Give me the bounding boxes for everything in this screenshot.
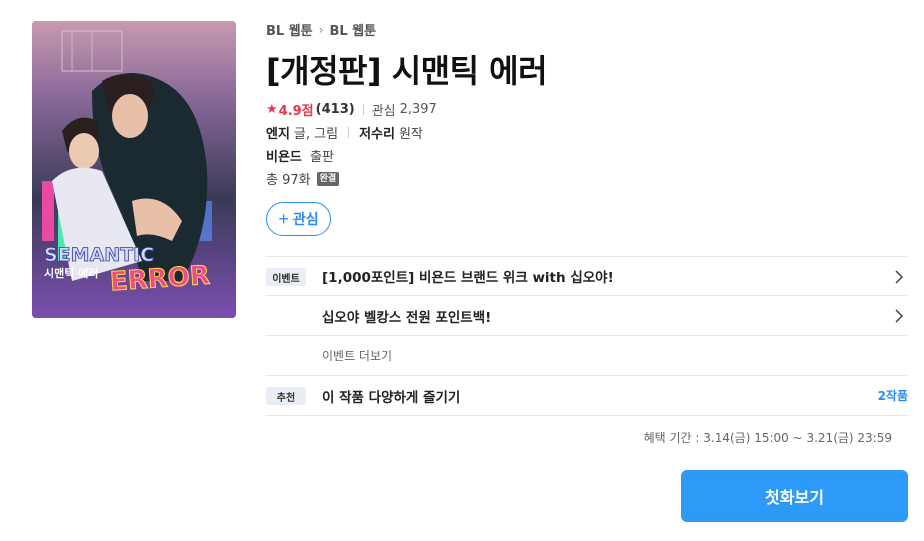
event-tag: 이벤트 (266, 268, 306, 286)
first-episode-button[interactable]: 첫화보기 (681, 470, 908, 522)
chevron-right-icon (895, 309, 904, 323)
recommend-row[interactable]: 추천 이 작품 다양하게 즐기기 2작품 (266, 376, 908, 416)
event-more-row: 이벤트 더보기 (266, 336, 908, 376)
plus-icon: + (278, 209, 289, 229)
recommend-tag: 추천 (266, 387, 306, 405)
rating-count: (413) (315, 102, 355, 117)
event-item[interactable]: 이벤트 [1,000포인트] 비욘드 브랜드 위크 with 십오야! (266, 256, 908, 296)
recommend-count[interactable]: 2작품 (878, 387, 908, 404)
author-name[interactable]: 엔지 (266, 123, 290, 142)
chevron-right-icon: › (318, 22, 324, 37)
author-role: 글, 그림 (293, 127, 339, 142)
event-title[interactable]: [1,000포인트] 비욘드 브랜드 위크 with 십오야! (322, 266, 614, 286)
page-title: [개정판] 시맨틱 에러 (266, 52, 548, 90)
breadcrumb: BL 웹툰 › BL 웹툰 (266, 20, 376, 40)
divider (362, 104, 364, 115)
benefit-period: 혜택 기간 : 3.14(금) 15:00 ~ 3.21(금) 23:59 (643, 431, 892, 445)
rating-score: 4.9점 (278, 104, 314, 119)
cover-logo-text: SEMANTIC (44, 244, 154, 266)
divider (348, 127, 350, 138)
event-list: 이벤트 [1,000포인트] 비욘드 브랜드 위크 with 십오야! 십오야 … (266, 256, 908, 416)
cover-illustration: SEMANTIC 시맨틱 에러 ERROR (32, 21, 236, 318)
cover-logo-sub: 시맨틱 에러 (44, 266, 98, 280)
favorite-label: 관심 (371, 104, 396, 119)
rating-row: ★ 4.9점 (413) 관심 2,397 (266, 100, 437, 119)
publisher-name[interactable]: 비욘드 (266, 150, 302, 165)
breadcrumb-item[interactable]: BL 웹툰 (266, 20, 313, 39)
breadcrumb-item[interactable]: BL 웹툰 (329, 20, 376, 39)
episodes-row: 총 97화 완결 (266, 169, 340, 188)
event-title[interactable]: 십오야 벨캉스 전원 포인트백! (322, 306, 491, 326)
event-item[interactable]: 십오야 벨캉스 전원 포인트백! (266, 296, 908, 336)
favorite-button-label: 관심 (292, 211, 319, 227)
cover-image[interactable]: SEMANTIC 시맨틱 에러 ERROR (32, 21, 236, 318)
chevron-right-icon (895, 270, 904, 284)
favorite-count: 2,397 (399, 102, 437, 117)
author-name[interactable]: 저수리 (359, 123, 395, 142)
favorite-button[interactable]: + 관심 (266, 202, 331, 236)
recommend-title[interactable]: 이 작품 다양하게 즐기기 (322, 386, 460, 406)
star-icon: ★ (266, 102, 278, 117)
episode-count: 총 97화 (266, 173, 311, 188)
author-role: 원작 (398, 127, 423, 142)
status-badge: 완결 (316, 171, 340, 186)
event-more-link[interactable]: 이벤트 더보기 (322, 347, 392, 364)
publisher-role: 출판 (310, 150, 334, 165)
authors-row: 엔지 글, 그림 저수리 원작 (266, 123, 423, 142)
publisher-row: 비욘드 출판 (266, 146, 334, 165)
